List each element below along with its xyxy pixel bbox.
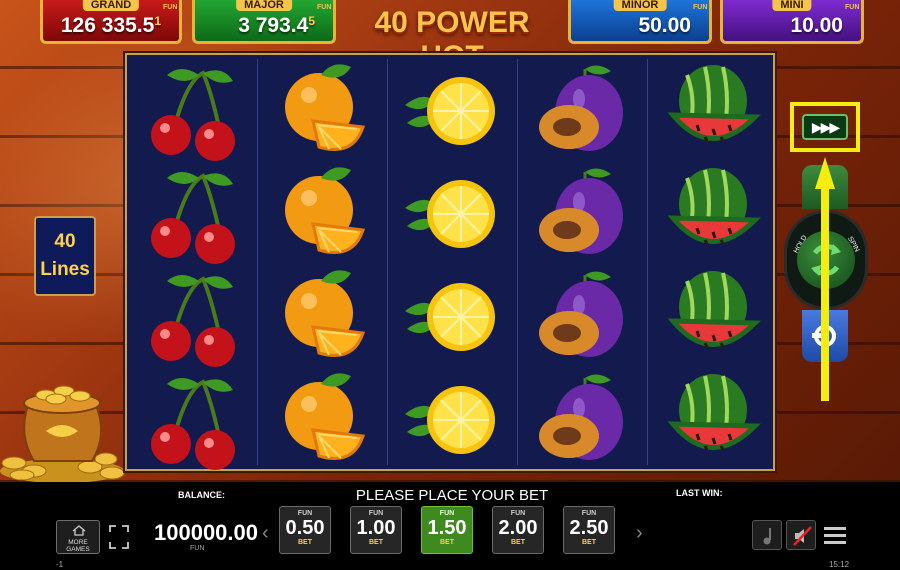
reel-grid <box>125 53 775 471</box>
bet-label: BET <box>582 539 596 546</box>
jackpot-grand-fun: FUN <box>163 4 178 11</box>
bet-option-button[interactable]: FUN 2.00 BET <box>492 506 544 554</box>
pot-of-gold-icon <box>0 385 125 483</box>
hamburger-menu-icon <box>824 527 846 544</box>
jackpot-minor-label: MINOR <box>613 0 667 11</box>
fast-forward-icon[interactable]: ▶▶▶ <box>802 114 848 140</box>
balance-value: 100000.00 <box>154 520 258 545</box>
last-win-label: LAST WIN: <box>676 488 723 498</box>
balance-currency: FUN <box>190 545 205 552</box>
bet-currency: FUN <box>581 510 597 517</box>
lines-label: Lines <box>40 259 90 280</box>
bet-currency: FUN <box>368 510 384 517</box>
lemon-icon <box>387 265 517 369</box>
watermelon-icon <box>647 368 777 472</box>
more-games-button[interactable]: MORE GAMES <box>56 520 100 554</box>
speaker-muted-icon <box>793 526 812 546</box>
bet-amount: 1.00 <box>356 517 396 539</box>
jackpot-mini-label: MINI <box>772 0 812 11</box>
status-message: PLEASE PLACE YOUR BET <box>355 487 549 504</box>
home-icon <box>72 525 86 536</box>
music-note-icon <box>763 528 771 545</box>
plum-icon <box>517 59 647 163</box>
jackpot-grand: GRAND 126 335.51 FUN <box>40 0 182 44</box>
jackpot-minor-fun: FUN <box>693 4 708 11</box>
bet-prev-button[interactable]: ‹ <box>262 522 269 545</box>
music-toggle-button[interactable] <box>752 520 782 550</box>
bet-option-button[interactable]: FUN 2.50 BET <box>563 506 615 554</box>
menu-button[interactable] <box>820 520 850 550</box>
fullscreen-icon[interactable] <box>106 522 132 552</box>
bottom-bar: BALANCE: PLEASE PLACE YOUR BET LAST WIN:… <box>0 482 900 570</box>
orange-icon <box>257 162 387 266</box>
bet-label: BET <box>511 539 525 546</box>
plum-icon <box>517 368 647 472</box>
cherry-icon <box>127 59 257 163</box>
bet-amount: 1.50 <box>427 517 467 539</box>
lemon-icon <box>387 368 517 472</box>
arrow-up-indicator <box>815 157 835 401</box>
watermelon-icon <box>647 59 777 163</box>
jackpot-grand-value: 126 335.51 <box>60 14 161 37</box>
bet-option-button[interactable]: FUN 1.00 BET <box>350 506 402 554</box>
lines-badge: 40 Lines <box>34 216 96 296</box>
jackpot-mini-fun: FUN <box>845 4 860 11</box>
cherry-icon <box>127 162 257 266</box>
cherry-icon <box>127 368 257 472</box>
footer-left-text: -1 <box>56 560 64 569</box>
jackpot-minor: MINOR 50.00 FUN <box>568 0 712 44</box>
cherry-icon <box>127 265 257 369</box>
bet-amount: 2.00 <box>498 517 538 539</box>
jackpot-major-fun: FUN <box>317 4 332 11</box>
bet-option-button[interactable]: FUN 0.50 BET <box>279 506 331 554</box>
bet-amount: 0.50 <box>285 517 325 539</box>
bet-option-button[interactable]: FUN 1.50 BET <box>421 506 473 554</box>
jackpot-minor-value: 50.00 <box>638 14 691 37</box>
jackpot-major: MAJOR 3 793.45 FUN <box>192 0 336 44</box>
lemon-icon <box>387 162 517 266</box>
bet-label: BET <box>298 539 312 546</box>
watermelon-icon <box>647 265 777 369</box>
jackpot-mini-value: 10.00 <box>790 14 843 37</box>
plum-icon <box>517 162 647 266</box>
bet-currency: FUN <box>510 510 526 517</box>
jackpot-major-value: 3 793.45 <box>238 14 315 37</box>
bet-currency: FUN <box>439 510 455 517</box>
orange-icon <box>257 59 387 163</box>
lines-number: 40 <box>54 231 76 252</box>
watermelon-icon <box>647 162 777 266</box>
bet-amount: 2.50 <box>569 517 609 539</box>
turbo-button-highlight[interactable]: ▶▶▶ <box>790 102 860 152</box>
orange-icon <box>257 265 387 369</box>
plum-icon <box>517 265 647 369</box>
bet-label: BET <box>440 539 454 546</box>
bet-next-button[interactable]: › <box>636 522 643 545</box>
jackpot-major-label: MAJOR <box>236 0 292 11</box>
lemon-icon <box>387 59 517 163</box>
sound-toggle-button[interactable] <box>786 520 816 550</box>
orange-icon <box>257 368 387 472</box>
jackpot-grand-label: GRAND <box>82 0 140 11</box>
jackpot-mini: MINI 10.00 FUN <box>720 0 864 44</box>
clock: 15:12 <box>829 560 850 569</box>
bet-label: BET <box>369 539 383 546</box>
bet-currency: FUN <box>297 510 313 517</box>
balance-label: BALANCE: <box>178 490 225 500</box>
more-games-label: MORE GAMES <box>66 539 90 553</box>
